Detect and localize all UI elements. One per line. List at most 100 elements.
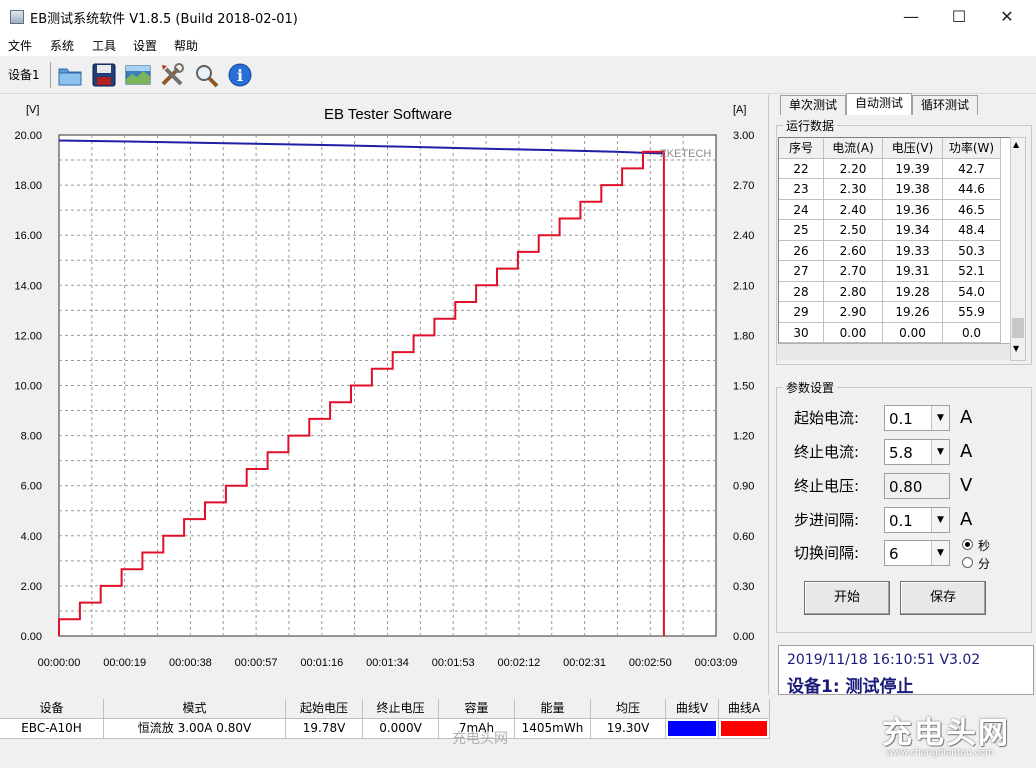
- table-cell: 24: [779, 199, 824, 220]
- x-tick-label: 00:02:31: [563, 657, 606, 669]
- start-current-combo[interactable]: 0.1 ▼: [884, 405, 950, 431]
- table-row[interactable]: 30 0.00 0.00 0.0: [779, 322, 1017, 343]
- y-tick-label-right: 0.00: [733, 631, 754, 643]
- summary-header-energy: 能量: [515, 699, 591, 719]
- x-tick-label: 00:03:09: [695, 657, 738, 669]
- tools-icon[interactable]: [158, 61, 186, 89]
- y-tick-label-left: 14.00: [14, 280, 42, 292]
- table-cell: 28: [779, 281, 824, 302]
- table-row[interactable]: 26 2.60 19.33 50.3: [779, 240, 1017, 261]
- save-icon[interactable]: [90, 61, 118, 89]
- y-tick-label-right: 2.40: [733, 230, 754, 242]
- maximize-button[interactable]: ☐: [936, 4, 982, 30]
- switch-interval-value: 6: [889, 545, 899, 563]
- summary-end-voltage: 0.000V: [363, 719, 439, 739]
- table-row[interactable]: 27 2.70 19.31 52.1: [779, 261, 1017, 282]
- table-cell: 19.39: [883, 158, 943, 179]
- table-cell: 2.40: [824, 199, 883, 220]
- table-row[interactable]: 25 2.50 19.34 48.4: [779, 220, 1017, 241]
- tab-single-test[interactable]: 单次测试: [780, 95, 846, 115]
- y-tick-label-left: 0.00: [21, 631, 42, 643]
- menu-settings[interactable]: 设置: [133, 37, 157, 54]
- switch-interval-combo[interactable]: 6 ▼: [884, 540, 950, 566]
- table-cell: 19.28: [883, 281, 943, 302]
- table-horizontal-scrollbar[interactable]: [778, 343, 1010, 360]
- summary-header-mode: 模式: [104, 699, 286, 719]
- table-cell: 2.90: [824, 302, 883, 323]
- radio-minutes-label: 分: [978, 557, 991, 571]
- y-tick-label-right: 1.50: [733, 381, 754, 393]
- table-cell: 2.60: [824, 240, 883, 261]
- menu-help[interactable]: 帮助: [174, 37, 198, 54]
- switch-interval-label: 切换间隔:: [794, 544, 860, 562]
- y-tick-label-right: 0.90: [733, 481, 754, 493]
- curve-a-swatch[interactable]: [719, 719, 770, 739]
- y-tick-label-left: 10.00: [14, 381, 42, 393]
- y-tick-label-left: 8.00: [21, 431, 42, 443]
- radio-seconds[interactable]: [962, 539, 973, 550]
- radio-minutes[interactable]: [962, 557, 973, 568]
- save-button[interactable]: 保存: [900, 581, 986, 615]
- table-row[interactable]: 28 2.80 19.28 54.0: [779, 281, 1017, 302]
- tab-auto-test[interactable]: 自动测试: [846, 93, 912, 115]
- table-row[interactable]: 24 2.40 19.36 46.5: [779, 199, 1017, 220]
- minimize-button[interactable]: —: [888, 4, 934, 30]
- close-button[interactable]: ✕: [984, 4, 1030, 30]
- table-row[interactable]: 22 2.20 19.39 42.7: [779, 158, 1017, 179]
- scroll-thumb[interactable]: [1012, 318, 1024, 338]
- table-cell: 42.7: [943, 158, 1001, 179]
- chevron-down-icon[interactable]: ▼: [931, 541, 949, 565]
- start-current-label: 起始电流:: [794, 409, 860, 427]
- run-data-table[interactable]: 序号 电流(A) 电压(V) 功率(W) 22 2.20 19.39 42.7 23 2.…: [778, 137, 1018, 344]
- curve-v-swatch[interactable]: [666, 719, 719, 739]
- end-current-combo[interactable]: 5.8 ▼: [884, 439, 950, 465]
- app-icon: [10, 10, 24, 24]
- device-selector[interactable]: 设备1: [8, 66, 40, 83]
- table-cell: 46.5: [943, 199, 1001, 220]
- summary-header-start-voltage: 起始电压: [286, 699, 363, 719]
- x-tick-label: 00:01:16: [300, 657, 343, 669]
- summary-avg-voltage: 19.30V: [591, 719, 666, 739]
- line-chart[interactable]: 0.00 2.00 4.00 6.00 8.00 10.00 12.00 14.00 16.00…: [0, 95, 769, 695]
- svg-text:i: i: [237, 66, 243, 85]
- tab-loop-test[interactable]: 循环测试: [912, 95, 978, 115]
- menu-bar: 文件 系统 工具 设置 帮助: [0, 34, 1036, 56]
- chart-image-icon[interactable]: [124, 61, 152, 89]
- zoom-icon[interactable]: [192, 61, 220, 89]
- summary-header-end-voltage: 终止电压: [363, 699, 439, 719]
- table-row[interactable]: 23 2.30 19.38 44.6: [779, 179, 1017, 200]
- folder-icon[interactable]: [56, 61, 84, 89]
- x-tick-label: 00:00:19: [103, 657, 146, 669]
- table-cell: 2.50: [824, 220, 883, 241]
- chevron-down-icon[interactable]: ▼: [931, 440, 949, 464]
- table-cell: 55.9: [943, 302, 1001, 323]
- table-cell: 29: [779, 302, 824, 323]
- table-vertical-scrollbar[interactable]: ▲ ▼: [1010, 137, 1026, 361]
- chart-watermark: ZKETECH: [660, 148, 711, 160]
- chart-title: EB Tester Software: [324, 106, 452, 123]
- table-cell: 48.4: [943, 220, 1001, 241]
- menu-file[interactable]: 文件: [8, 37, 32, 54]
- end-voltage-value: 0.80: [889, 478, 923, 496]
- table-header-row: 序号 电流(A) 电压(V) 功率(W): [779, 138, 1017, 159]
- summary-header-capacity: 容量: [439, 699, 515, 719]
- table-cell: 2.80: [824, 281, 883, 302]
- scroll-up-icon[interactable]: ▲: [1013, 140, 1019, 149]
- scroll-down-icon[interactable]: ▼: [1013, 344, 1019, 353]
- chevron-down-icon[interactable]: ▼: [931, 508, 949, 532]
- step-combo[interactable]: 0.1 ▼: [884, 507, 950, 533]
- status-message: 设备1: 测试停止: [787, 677, 914, 697]
- table-row[interactable]: 29 2.90 19.26 55.9: [779, 302, 1017, 323]
- end-voltage-label: 终止电压:: [794, 477, 860, 495]
- right-panel: 单次测试 自动测试 循环测试 运行数据 序号 电流(A) 电压(V) 功率(W)…: [770, 93, 1036, 697]
- end-voltage-field[interactable]: 0.80: [884, 473, 950, 499]
- info-icon[interactable]: i: [226, 61, 254, 89]
- chevron-down-icon[interactable]: ▼: [931, 406, 949, 430]
- menu-tools[interactable]: 工具: [92, 37, 116, 54]
- start-button[interactable]: 开始: [804, 581, 890, 615]
- y-axis-label-right: [A]: [733, 104, 746, 116]
- table-cell: 0.00: [824, 322, 883, 343]
- table-cell: 19.33: [883, 240, 943, 261]
- table-cell: 2.20: [824, 158, 883, 179]
- menu-system[interactable]: 系统: [50, 37, 74, 54]
